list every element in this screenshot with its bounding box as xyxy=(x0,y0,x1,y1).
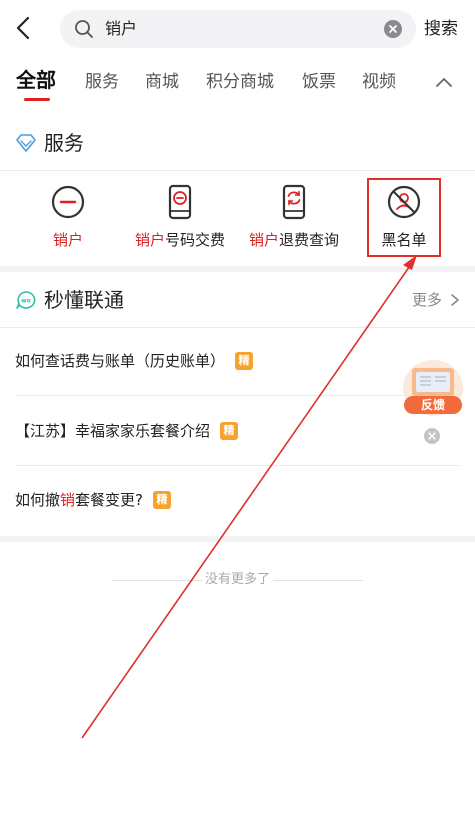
service-cancel-account[interactable]: 销户 xyxy=(28,178,108,256)
tab-mall[interactable]: 商城 xyxy=(145,70,179,94)
featured-badge: 精 xyxy=(220,422,239,440)
featured-badge: 精 xyxy=(153,491,171,509)
article-item[interactable]: 如何撤销套餐变更? 精 xyxy=(0,467,475,535)
chevron-up-icon[interactable] xyxy=(434,74,454,90)
article-title: 如何查话费与账单（历史账单）精 xyxy=(15,350,254,372)
tab-all[interactable]: 全部 xyxy=(16,68,56,92)
article-title: 【江苏】幸福家家乐套餐介绍精 xyxy=(15,420,239,442)
feedback-widget[interactable]: 反馈 xyxy=(402,358,464,418)
section-divider xyxy=(0,266,475,272)
search-icon xyxy=(75,20,93,38)
end-of-list: 没有更多了 xyxy=(0,568,475,592)
service-label: 销户退费查询 xyxy=(248,231,340,249)
phone-refund-icon xyxy=(282,184,306,220)
chevron-right-icon[interactable] xyxy=(450,293,460,307)
phone-minus-icon xyxy=(168,184,192,220)
tab-points-mall[interactable]: 积分商城 xyxy=(206,70,274,94)
service-label: 销户号码交费 xyxy=(134,231,226,249)
divider xyxy=(15,395,460,396)
divider xyxy=(0,170,475,171)
divider xyxy=(273,580,363,581)
tab-service[interactable]: 服务 xyxy=(85,70,119,94)
knowledge-section-header: wo 秒懂联通 更多 xyxy=(0,275,475,325)
close-icon[interactable] xyxy=(424,428,440,444)
tab-meal-ticket[interactable]: 饭票 xyxy=(302,70,336,94)
section-divider xyxy=(0,536,475,542)
service-label: 销户 xyxy=(52,231,83,249)
services-title: 服务 xyxy=(44,131,84,155)
search-query-text: 销户 xyxy=(105,19,138,38)
feedback-label: 反馈 xyxy=(421,397,445,412)
back-arrow-icon[interactable] xyxy=(10,12,38,44)
services-section-header: 服务 xyxy=(0,118,475,168)
knowledge-title: 秒懂联通 xyxy=(44,288,124,312)
search-input[interactable]: 销户 xyxy=(60,10,416,48)
more-link[interactable]: 更多 xyxy=(412,289,442,311)
divider xyxy=(15,465,460,466)
service-cancel-number-payment[interactable]: 销户号码交费 xyxy=(132,178,228,256)
no-more-text: 没有更多了 xyxy=(204,572,270,587)
category-tabs: 全部 服务 商城 积分商城 饭票 视频 xyxy=(0,58,475,108)
search-bar: 销户 搜索 xyxy=(0,0,475,58)
service-cancel-refund-query[interactable]: 销户退费查询 xyxy=(246,178,342,256)
svg-text:wo: wo xyxy=(21,298,31,305)
search-button[interactable]: 搜索 xyxy=(424,17,458,41)
diamond-icon xyxy=(16,134,36,152)
minus-circle-icon xyxy=(51,185,85,219)
article-title: 如何撤销套餐变更? 精 xyxy=(15,489,171,511)
clear-icon[interactable] xyxy=(384,20,402,38)
active-tab-indicator xyxy=(24,98,50,101)
featured-badge: 精 xyxy=(235,352,254,370)
chat-bubble-icon: wo xyxy=(16,291,36,309)
annotation-highlight-box xyxy=(367,178,441,257)
tab-video[interactable]: 视频 xyxy=(362,70,396,94)
